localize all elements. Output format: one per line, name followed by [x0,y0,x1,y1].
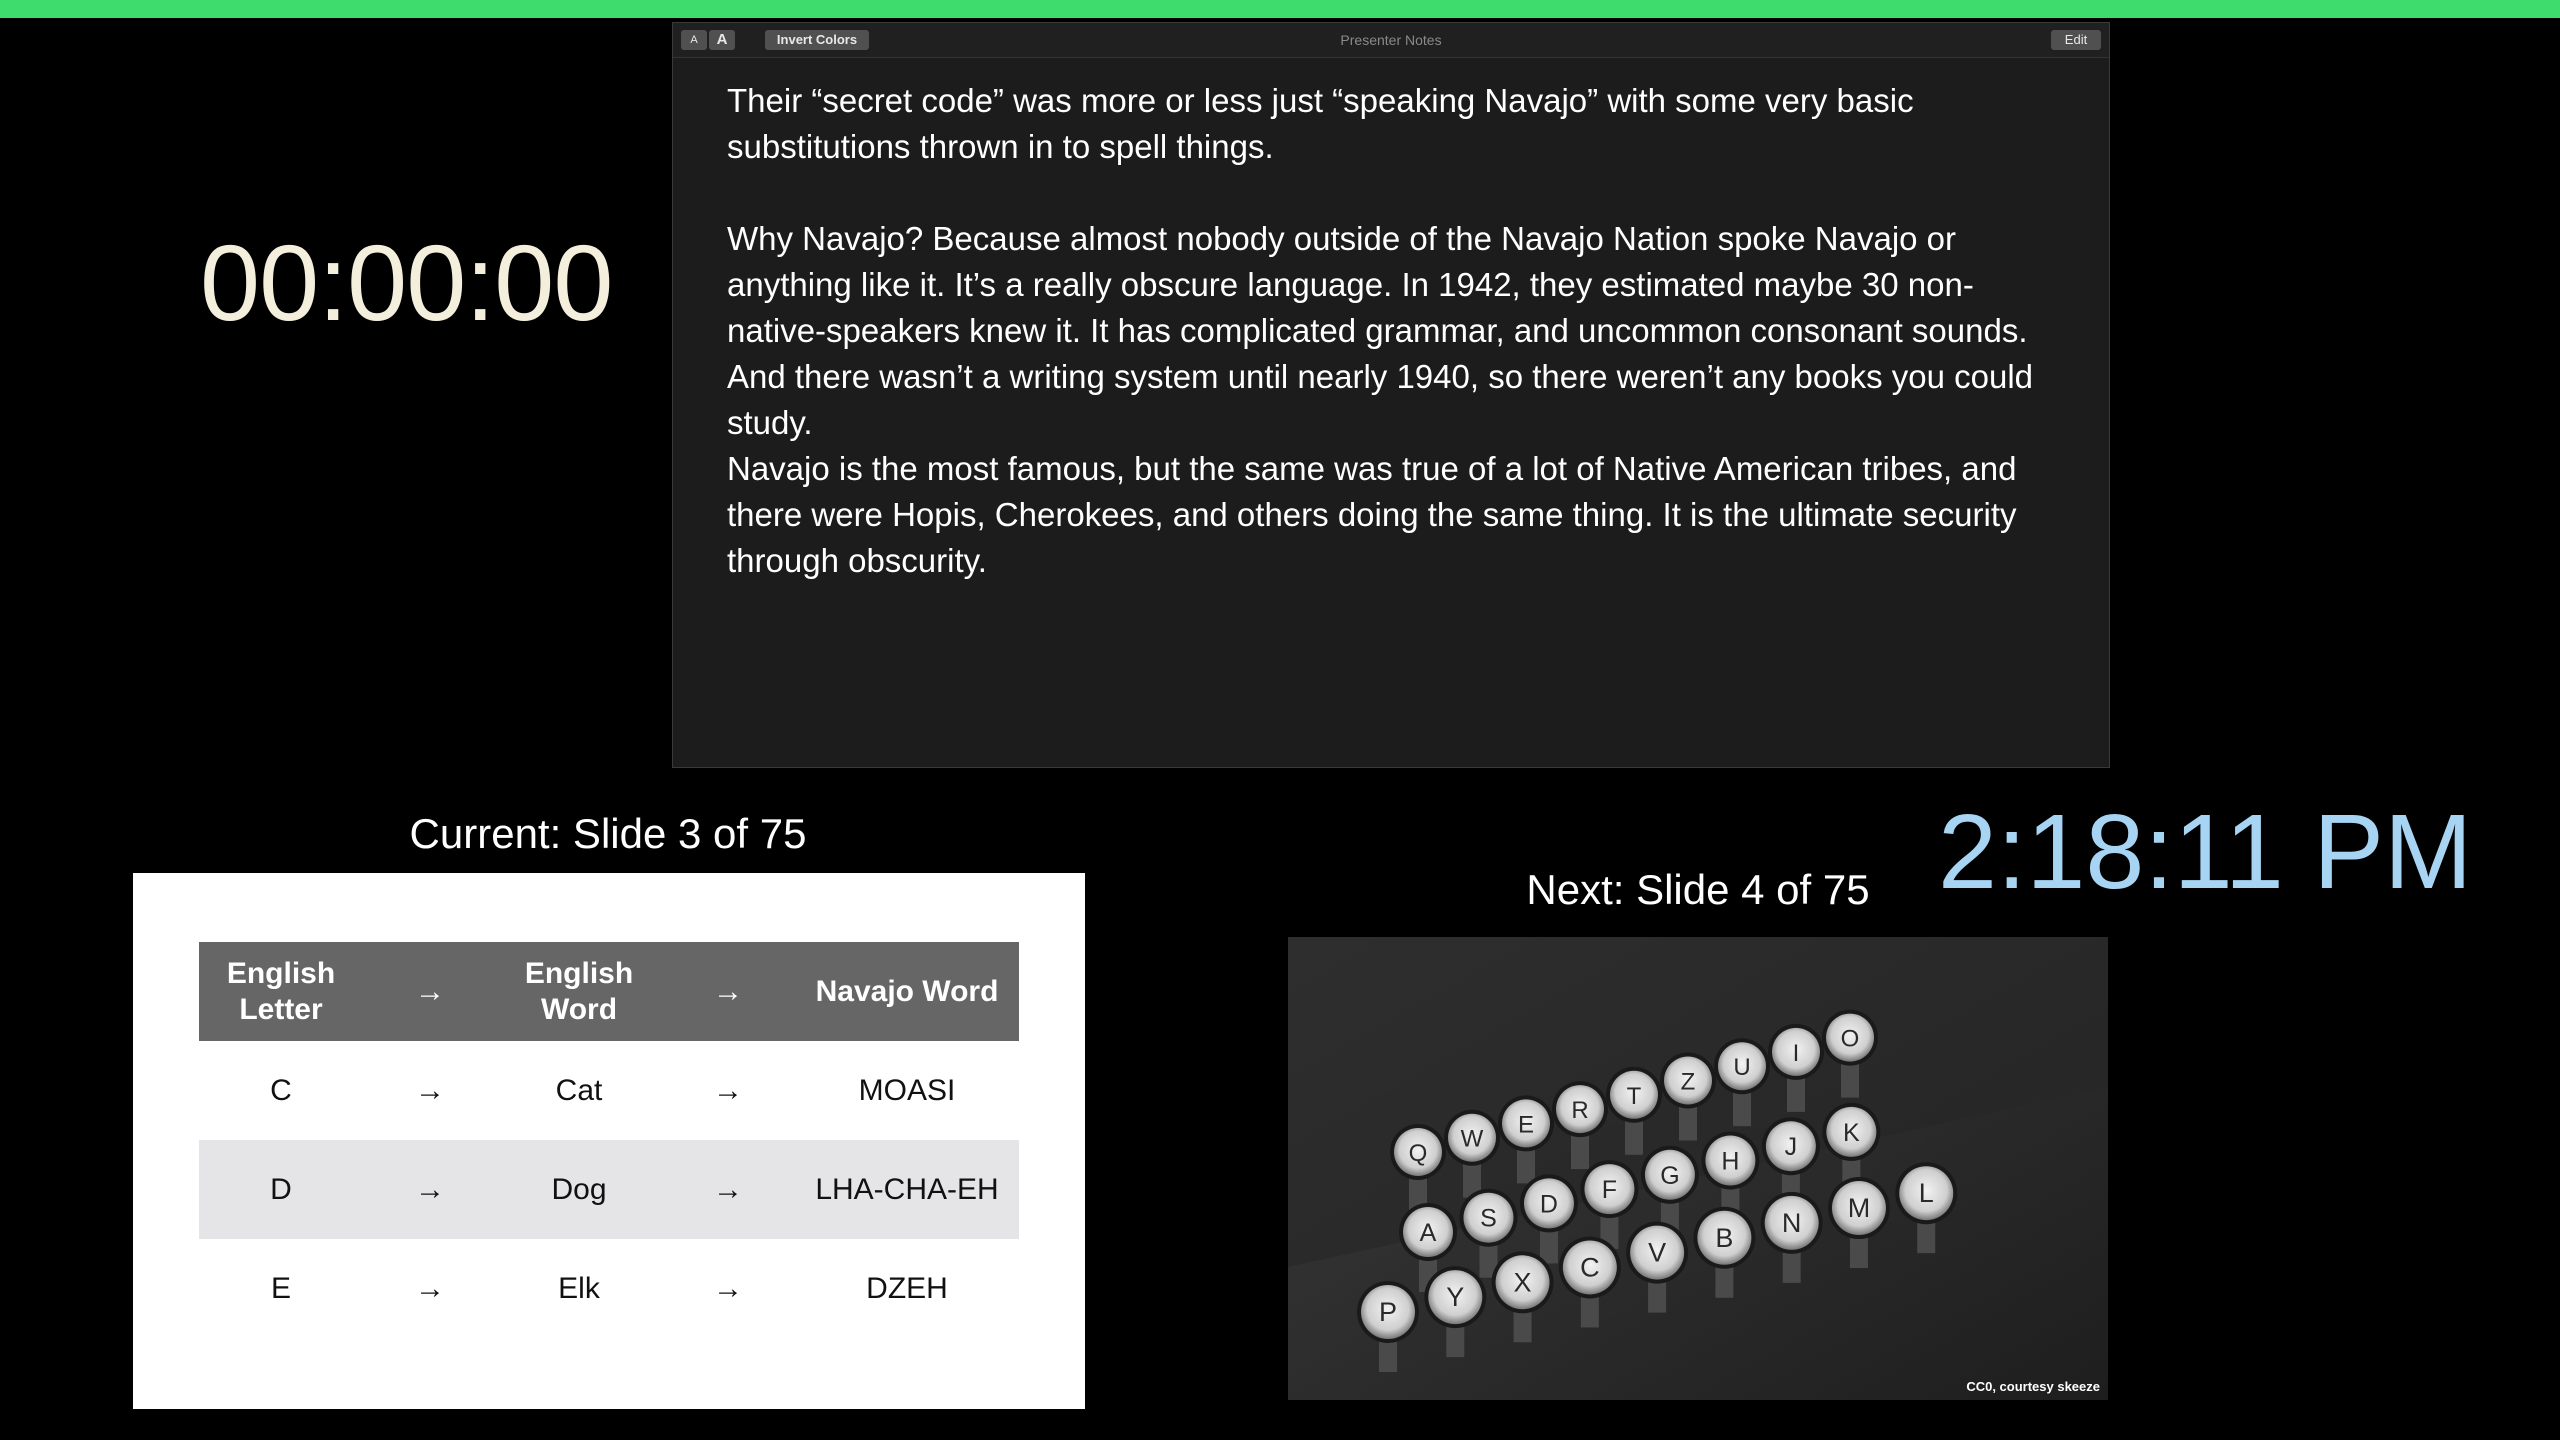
key-letter: J [1785,1133,1798,1161]
cell-letter: D [199,1140,363,1239]
key-letter: U [1733,1054,1750,1081]
key-letter: L [1919,1178,1934,1208]
key-letter: W [1461,1126,1484,1153]
key-letter: E [1518,1111,1534,1138]
header-arrow: → [661,942,795,1041]
key-letter: K [1843,1119,1860,1147]
cell-arrow: → [363,1140,497,1239]
enigma-keyboard-photo: Q W E R T Z U I O A S D F G H J K P Y X C V B N M L [1288,937,2108,1400]
image-credit: CC0, courtesy skeeze [1966,1379,2100,1394]
key-letter: V [1648,1238,1666,1268]
current-slide-preview[interactable]: English Letter → English Word → Navajo Wor… [133,873,1085,1409]
key-letter: H [1721,1148,1739,1176]
code-table: English Letter → English Word → Navajo Wor… [199,942,1019,1338]
header-english-letter: English Letter [199,942,363,1041]
table-header-row: English Letter → English Word → Navajo Wor… [199,942,1019,1041]
elapsed-timer[interactable]: 00:00:00 [200,220,613,345]
key-letter: G [1660,1162,1679,1190]
key-letter: P [1379,1297,1397,1327]
notes-paragraph: Their “secret code” was more or less jus… [727,82,1914,165]
key-letter: Q [1409,1140,1428,1167]
table-row: E → Elk → DZEH [199,1239,1019,1338]
cell-arrow: → [661,1140,795,1239]
current-slide-label: Current: Slide 3 of 75 [409,810,807,857]
notes-text[interactable]: Their “secret code” was more or less jus… [673,58,2109,584]
cell-arrow: → [713,1271,743,1305]
cell-word: Elk [558,1271,600,1305]
key-letter: A [1420,1219,1437,1247]
cell-letter: E [270,1271,291,1305]
key-letter: N [1782,1208,1802,1238]
notes-paragraph: Why Navajo? Because almost nobody outsid… [727,220,2034,441]
notes-toolbar: A A Invert Colors Presenter Notes Edit [673,23,2109,58]
cell-arrow: → [415,1073,445,1107]
cell-letter: C [270,1073,292,1107]
key-letter: X [1514,1267,1532,1297]
status-bar [0,0,2560,18]
table-row: D → Dog → LHA-CHA-EH [199,1140,1019,1239]
key-letter: D [1540,1190,1558,1218]
header-arrow: → [363,942,497,1041]
presenter-notes-panel: A A Invert Colors Presenter Notes Edit T… [672,22,2110,768]
presenter-view: 00:00:00 A A Invert Colors Presenter Not… [0,0,2560,1440]
notes-paragraph: Navajo is the most famous, but the same … [727,450,2017,579]
header-navajo-word: Navajo Word [795,942,1019,1041]
cell-arrow: → [415,1271,445,1305]
cell-arrow: → [713,1073,743,1107]
cell-word: Cat [555,1073,603,1107]
key-letter: B [1715,1223,1733,1253]
key-letter: C [1580,1252,1600,1282]
next-slide-preview[interactable]: Q W E R T Z U I O A S D F G H J K P Y X C V B N M L CC0, courtesy… [1288,937,2108,1400]
cell-navajo: LHA-CHA-EH [795,1140,1019,1239]
table-row: C → Cat → MOASI [199,1041,1019,1140]
cell-word: Dog [497,1140,661,1239]
key-letter: S [1480,1205,1497,1233]
key-letter: Z [1681,1069,1696,1096]
key-letter: I [1793,1040,1800,1067]
header-english-word: English Word [497,942,661,1041]
key-letter: F [1602,1176,1617,1204]
cell-navajo: MOASI [858,1073,956,1107]
key-letter: R [1571,1097,1588,1124]
notes-title: Presenter Notes [1340,32,1442,48]
key-letter: T [1627,1083,1642,1110]
cell-navajo: DZEH [866,1271,948,1305]
key-letter: Y [1446,1282,1464,1312]
key-letter: M [1848,1193,1871,1223]
wall-clock: 2:18:11 PM [1938,793,2473,911]
edit-notes-button[interactable]: Edit [2051,30,2101,50]
key-letter: O [1841,1026,1860,1053]
